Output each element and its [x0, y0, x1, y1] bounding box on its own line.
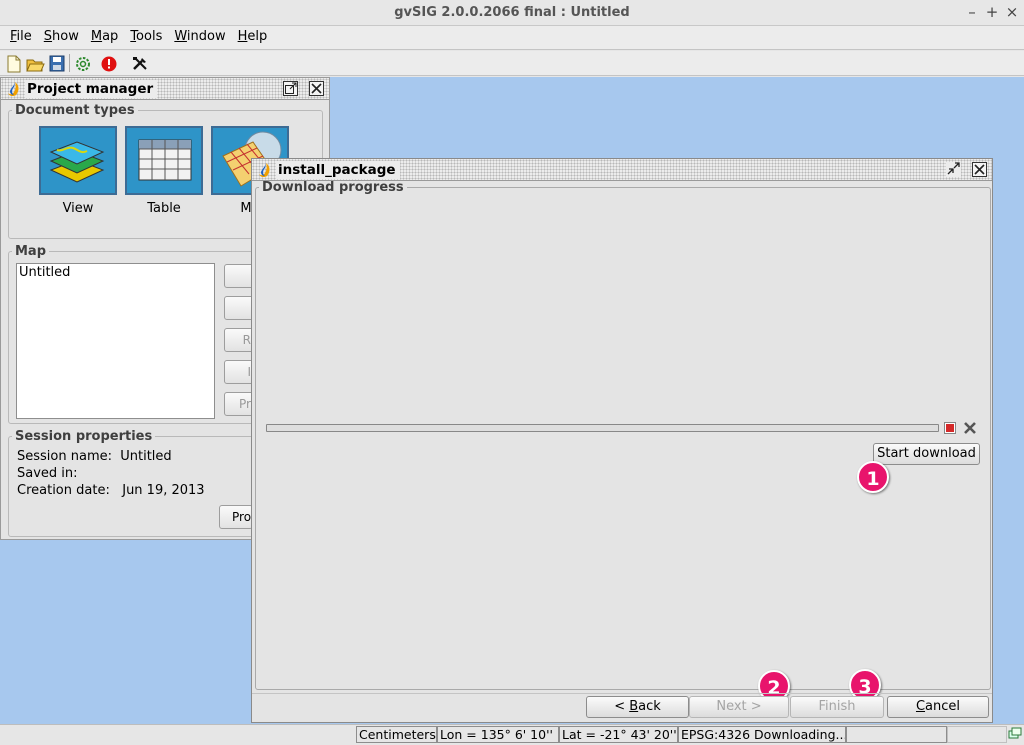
tools-icon[interactable] [130, 54, 150, 73]
gvsig-logo-icon [8, 82, 19, 97]
saved-in-row: Saved in: [17, 466, 78, 481]
map-group-label: Map [15, 244, 47, 259]
close-dialog-icon[interactable] [972, 162, 987, 177]
close-frame-icon[interactable] [309, 81, 324, 96]
menu-tools[interactable]: Tools [125, 26, 167, 48]
latitude-status: Lat = -21° 43' 20'' [559, 726, 678, 743]
menu-show[interactable]: Show [39, 26, 84, 48]
project-manager-title: Project manager [25, 80, 158, 98]
view-doc-tile[interactable] [39, 126, 117, 195]
gvsig-logo-icon [259, 163, 270, 178]
document-types-label: Document types [15, 103, 135, 118]
toolbar [0, 51, 1024, 76]
creation-date-row: Creation date: Jun 19, 2013 [17, 483, 205, 498]
session-name-value: Untitled [120, 449, 172, 464]
button-bar-divider [252, 693, 992, 694]
menu-window[interactable]: Window [169, 26, 230, 48]
menu-map[interactable]: Map [86, 26, 123, 48]
minimize-button[interactable]: – [963, 3, 981, 21]
install-package-title: install_package [276, 161, 400, 179]
menu-help[interactable]: Help [233, 26, 273, 48]
view-doc-label: View [62, 201, 94, 216]
units-status: Centimeters [356, 726, 437, 743]
resize-grip-icon[interactable] [1008, 727, 1022, 741]
back-button[interactable]: < Back [586, 696, 689, 718]
map-properties-button[interactable]: Pr [224, 392, 254, 416]
cancel-download-icon[interactable] [963, 421, 977, 435]
open-project-icon[interactable] [25, 54, 45, 73]
status-empty-cell [846, 726, 947, 743]
session-properties-label: Session properties [15, 429, 153, 444]
properties-button[interactable]: Pro [219, 505, 253, 529]
save-project-icon[interactable] [47, 54, 67, 73]
cancel-button[interactable]: Cancel [887, 696, 989, 718]
window-title-bar: gvSIG 2.0.0.2066 final : Untitled – + × [0, 0, 1024, 26]
error-alert-icon[interactable] [99, 54, 119, 73]
status-bar: Centimeters Lon = 135° 6' 10'' Lat = -21… [0, 724, 1024, 743]
new-map-button[interactable] [224, 264, 254, 288]
menu-file[interactable]: File [5, 26, 37, 48]
stop-download-icon[interactable] [944, 422, 956, 434]
table-grid-icon [138, 139, 192, 181]
close-window-button[interactable]: × [1003, 3, 1021, 21]
creation-date-label: Creation date: [17, 483, 110, 498]
finish-button[interactable]: Finish [790, 696, 884, 718]
view-layers-icon [49, 141, 105, 183]
project-manager-title-bar[interactable]: Project manager [1, 78, 329, 100]
crs-status: EPSG:4326 Downloading... [678, 726, 846, 743]
undock-icon[interactable] [283, 81, 298, 96]
longitude-status: Lon = 135° 6' 10'' [437, 726, 559, 743]
list-item[interactable]: Untitled [17, 264, 214, 281]
table-doc-tile[interactable] [125, 126, 203, 195]
install-package-dialog: install_package Download progress Start … [251, 158, 993, 723]
new-project-icon[interactable] [4, 54, 24, 73]
status-spacer-cell [947, 726, 1007, 743]
session-name-row: Session name: Untitled [17, 449, 172, 464]
minimize-frame-icon[interactable] [946, 162, 961, 177]
rename-map-button[interactable]: R [224, 328, 254, 352]
start-download-button[interactable]: Start download [873, 443, 980, 465]
toolbar-separator [69, 54, 70, 72]
session-name-label: Session name: [17, 449, 112, 464]
saved-in-label: Saved in: [17, 466, 78, 481]
maximize-button[interactable]: + [983, 3, 1001, 21]
next-button[interactable]: Next > [689, 696, 789, 718]
delete-map-button[interactable]: I [224, 360, 254, 384]
download-progress-bar [266, 424, 939, 432]
creation-date-value: Jun 19, 2013 [122, 483, 205, 498]
table-doc-label: Table [147, 201, 181, 216]
window-title: gvSIG 2.0.0.2066 final : Untitled [394, 5, 630, 20]
open-map-button[interactable] [224, 296, 254, 320]
download-progress-group: Download progress [255, 180, 991, 690]
download-progress-label: Download progress [262, 180, 404, 195]
preferences-gear-icon[interactable] [73, 54, 93, 73]
install-package-title-bar[interactable]: install_package [252, 159, 992, 181]
menu-bar: File Show Map Tools Window Help [0, 26, 1024, 50]
map-list[interactable]: Untitled [16, 263, 215, 419]
callout-1-badge: 1 [857, 461, 889, 493]
